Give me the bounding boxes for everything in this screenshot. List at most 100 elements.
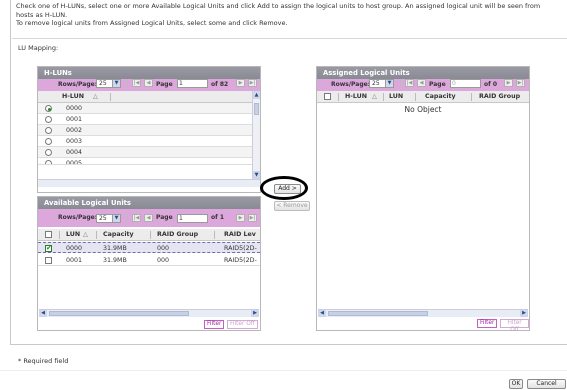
next-page-icon[interactable]: ▶ <box>236 79 245 87</box>
page-count: of 1 <box>211 214 224 221</box>
ok-button[interactable]: OK <box>509 379 523 389</box>
prev-page-icon[interactable]: ◀ <box>144 79 153 87</box>
chevron-down-icon: ▼ <box>112 80 120 87</box>
hluns-pager: Rows/Page: 25 ▼ |◀ ◀ Page 1 of 82 ▶ ▶| <box>38 79 260 91</box>
select-all-checkbox[interactable] <box>324 93 331 100</box>
empty-message: No Object <box>404 105 442 114</box>
column-header-hlun[interactable]: H-LUN <box>62 91 84 103</box>
lun-value: 0001 <box>66 257 83 264</box>
table-row[interactable]: 0001 31.9MB 000 RAID5(2D- <box>38 255 260 266</box>
dialog-button-bar: OK Cancel <box>0 370 567 390</box>
table-row[interactable]: 0004 <box>38 147 252 158</box>
filter-button[interactable]: Filter <box>477 319 498 328</box>
instructions-line-1: Check one of H-LUNs, select one or more … <box>16 2 541 19</box>
row-checkbox[interactable] <box>45 243 52 254</box>
assigned-lu-panel: Assigned Logical Units Rows/Page: 25 ▼ |… <box>316 66 530 333</box>
page-label: Page <box>429 81 446 88</box>
next-page-icon[interactable]: ▶ <box>236 214 245 222</box>
radio-button[interactable] <box>45 138 52 145</box>
first-page-icon[interactable]: |◀ <box>132 79 141 87</box>
chevron-down-icon: ▼ <box>112 215 120 222</box>
scroll-left-icon[interactable]: ◀ <box>39 310 47 317</box>
column-separator <box>338 93 339 101</box>
last-page-icon[interactable]: ▶| <box>248 79 257 87</box>
next-page-icon[interactable]: ▶ <box>504 79 513 87</box>
column-separator <box>415 93 416 101</box>
hluns-horizontal-scrollbar[interactable] <box>38 179 260 187</box>
scroll-right-icon[interactable]: ▶ <box>520 310 528 317</box>
rows-per-page-select[interactable]: 25 ▼ <box>96 79 121 88</box>
scroll-right-icon[interactable]: ▶ <box>251 310 259 317</box>
scroll-up-icon[interactable]: ▲ <box>253 91 260 99</box>
column-separator <box>110 93 111 101</box>
scroll-thumb[interactable] <box>49 311 189 316</box>
assigned-lu-header: H-LUN △ LUN Capacity RAID Group <box>317 91 529 103</box>
page-input[interactable]: 1 <box>177 79 208 88</box>
column-header-lun[interactable]: LUN <box>66 229 80 241</box>
rows-per-page-select[interactable]: 25 ▼ <box>96 214 121 223</box>
rows-per-page-value: 25 <box>99 80 107 87</box>
column-header-hlun[interactable]: H-LUN <box>345 91 367 103</box>
table-row[interactable]: 0000 <box>38 103 252 114</box>
select-all-checkbox[interactable] <box>45 231 52 238</box>
cancel-button[interactable]: Cancel <box>527 379 566 389</box>
rows-per-page-select[interactable]: 25 ▼ <box>369 79 394 88</box>
available-lu-horizontal-scrollbar[interactable]: ◀ ▶ <box>39 309 259 317</box>
instructions-line-2: To remove logical units from Assigned Lo… <box>16 19 288 27</box>
filter-off-button[interactable]: Filter Off <box>227 320 258 329</box>
column-header-raid-group[interactable]: RAID Group <box>479 91 520 103</box>
page-input[interactable]: 0 <box>450 79 481 88</box>
scroll-down-icon[interactable]: ▼ <box>253 171 260 179</box>
hluns-vertical-scrollbar[interactable]: ▲ ▼ <box>252 91 260 179</box>
lu-mapping-label: LU Mapping: <box>18 44 59 52</box>
table-row[interactable]: 0003 <box>38 136 252 147</box>
hlun-value: 0001 <box>66 116 83 123</box>
last-page-icon[interactable]: ▶| <box>248 214 257 222</box>
capacity-value: 31.9MB <box>103 257 127 264</box>
column-header-raid-group[interactable]: RAID Group <box>157 229 198 241</box>
remove-button[interactable]: < Remove <box>274 201 310 211</box>
table-row[interactable]: 0001 <box>38 114 252 125</box>
first-page-icon[interactable]: |◀ <box>405 79 414 87</box>
radio-button[interactable] <box>45 160 52 164</box>
column-separator <box>383 93 384 101</box>
filter-off-button[interactable]: Filter Off <box>500 319 529 333</box>
last-page-icon[interactable]: ▶| <box>516 79 525 87</box>
sort-triangle-icon: △ <box>372 93 377 100</box>
pager-separator <box>127 214 128 222</box>
prev-page-icon[interactable]: ◀ <box>144 214 153 222</box>
row-checkbox[interactable] <box>45 257 52 264</box>
radio-button[interactable] <box>45 116 52 123</box>
scroll-thumb[interactable] <box>254 103 259 115</box>
pager-separator <box>400 79 401 87</box>
assigned-lu-pager: Rows/Page: 25 ▼ |◀ ◀ Page 0 of 0 ▶ ▶| <box>317 79 529 91</box>
first-page-icon[interactable]: |◀ <box>132 214 141 222</box>
required-field-note: * Required field <box>18 357 69 365</box>
available-lu-header: LUN △ Capacity RAID Group RAID Lev <box>38 229 260 241</box>
rows-per-page-label: Rows/Page: <box>331 81 371 88</box>
hlun-value: 0000 <box>66 105 83 112</box>
pager-separator <box>127 79 128 87</box>
assigned-lu-horizontal-scrollbar[interactable]: ◀ ▶ <box>318 309 528 317</box>
hluns-panel: H-LUNs Rows/Page: 25 ▼ |◀ ◀ Page 1 of 82… <box>37 66 261 193</box>
column-header-lun[interactable]: LUN <box>389 91 403 103</box>
column-header-capacity[interactable]: Capacity <box>103 229 134 241</box>
column-header-capacity[interactable]: Capacity <box>425 91 456 103</box>
page-count: of 0 <box>484 81 497 88</box>
scroll-thumb[interactable] <box>328 311 428 316</box>
radio-button[interactable] <box>45 127 52 134</box>
table-row[interactable]: 0005 <box>38 158 252 165</box>
raid-level-value: RAID5(2D- <box>224 245 257 252</box>
chevron-down-icon: ▼ <box>385 80 393 87</box>
filter-button[interactable]: Filter <box>204 320 225 329</box>
radio-button[interactable] <box>45 149 52 156</box>
prev-page-icon[interactable]: ◀ <box>417 79 426 87</box>
hluns-header: H-LUN △ <box>38 91 252 103</box>
table-row[interactable]: 0002 <box>38 125 252 136</box>
page-input[interactable]: 1 <box>177 214 208 223</box>
page-count: of 82 <box>211 81 229 88</box>
radio-button[interactable] <box>45 105 52 112</box>
table-row[interactable]: 0000 31.9MB 000 RAID5(2D- <box>38 242 260 254</box>
column-header-raid-level[interactable]: RAID Lev <box>224 229 256 241</box>
scroll-left-icon[interactable]: ◀ <box>318 310 326 317</box>
